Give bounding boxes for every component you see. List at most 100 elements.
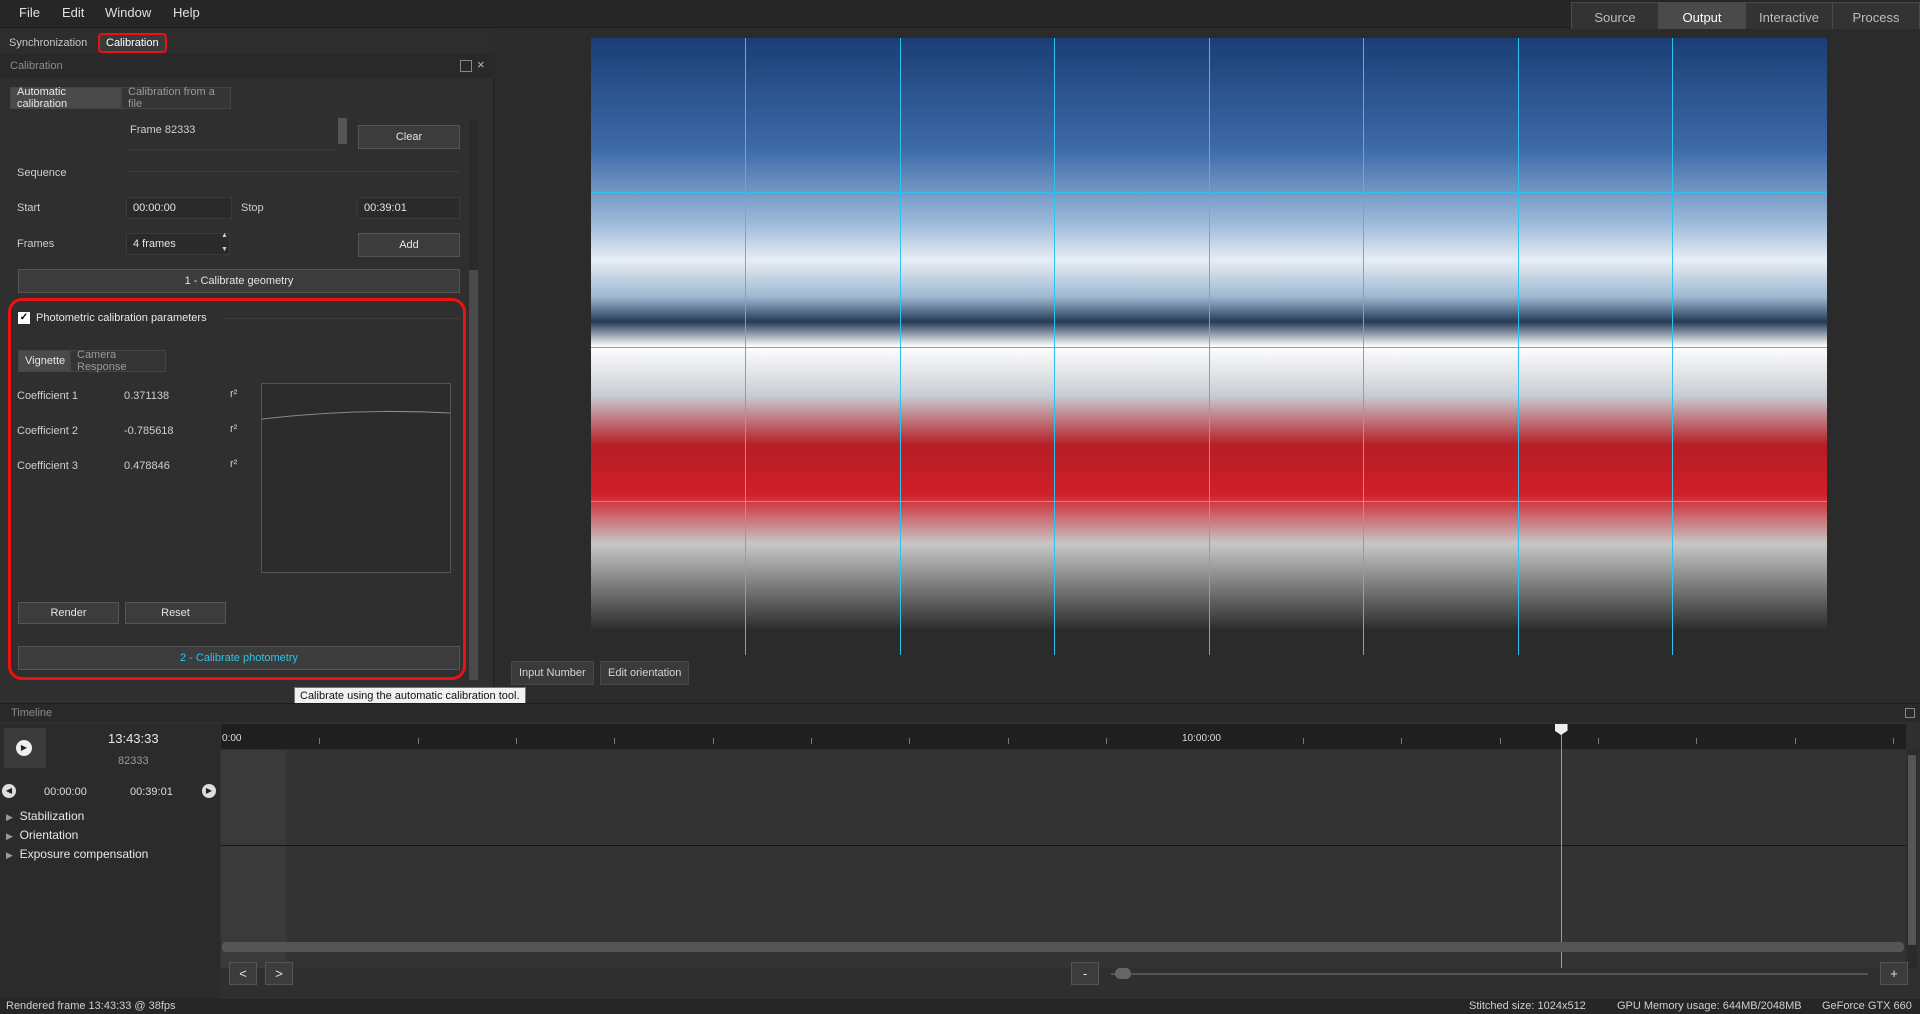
start-label: Start bbox=[17, 202, 41, 214]
timeline-vscroll[interactable] bbox=[1907, 750, 1917, 968]
timeline-hscroll[interactable] bbox=[222, 942, 1904, 952]
ruler-tick bbox=[1598, 738, 1599, 744]
timeline-tracks[interactable] bbox=[221, 750, 1906, 968]
ruler-tick bbox=[1008, 738, 1009, 744]
menu-window[interactable]: Window bbox=[105, 5, 151, 20]
timeline-ruler[interactable]: 0:00 10:00:00 bbox=[221, 724, 1906, 749]
frames-label: Frames bbox=[17, 238, 55, 250]
current-time: 13:43:33 bbox=[108, 731, 159, 746]
clear-button[interactable]: Clear bbox=[358, 125, 460, 149]
tab-calibration[interactable]: Calibration bbox=[98, 33, 167, 53]
current-frame: 82333 bbox=[118, 755, 149, 767]
panel-title: Calibration bbox=[0, 54, 494, 78]
stop-field[interactable]: 00:39:01 bbox=[357, 197, 460, 219]
playhead[interactable] bbox=[1554, 724, 1568, 968]
next-keyframe-button[interactable]: > bbox=[265, 962, 293, 985]
ruler-tick bbox=[1795, 738, 1796, 744]
ruler-tick bbox=[811, 738, 812, 744]
frames-stepper[interactable]: 4 frames bbox=[126, 233, 230, 255]
ruler-tick bbox=[319, 738, 320, 744]
grid-line bbox=[591, 192, 1827, 193]
status-bar: Rendered frame 13:43:33 @ 38fps Stitched… bbox=[0, 999, 1920, 1014]
frame-list[interactable]: Frame 82333 bbox=[126, 118, 347, 150]
range-end[interactable]: 00:39:01 bbox=[130, 786, 173, 798]
expand-icon[interactable]: ▶ bbox=[6, 812, 13, 822]
track-label: Exposure compensation bbox=[19, 847, 149, 861]
ruler-tick bbox=[1500, 738, 1501, 744]
tab-synchronization[interactable]: Synchronization bbox=[3, 33, 93, 53]
skip-back-icon[interactable]: ◀ bbox=[2, 784, 16, 798]
status-message: Rendered frame 13:43:33 @ 38fps bbox=[6, 1000, 176, 1012]
panel-scrollbar-thumb[interactable] bbox=[469, 270, 478, 680]
grid-line bbox=[591, 501, 1827, 502]
ruler-tick bbox=[713, 738, 714, 744]
track-label: Stabilization bbox=[19, 809, 85, 823]
ruler-tick bbox=[1696, 738, 1697, 744]
close-panel-icon[interactable]: × bbox=[477, 58, 489, 72]
float-panel-icon[interactable] bbox=[1905, 708, 1915, 718]
subtab-automatic[interactable]: Automatic calibration bbox=[10, 86, 121, 110]
ruler-tick bbox=[614, 738, 615, 744]
gpu-memory: GPU Memory usage: 644MB/2048MB bbox=[1617, 1000, 1802, 1012]
timeline-controls: ▶ 13:43:33 82333 ◀ 00:00:00 00:39:01 ▶ ▶… bbox=[0, 724, 220, 1000]
edit-orientation-button[interactable]: Edit orientation bbox=[600, 661, 690, 685]
frame-list-item[interactable]: Frame 82333 bbox=[130, 124, 195, 136]
panel-title-text: Calibration bbox=[10, 60, 63, 72]
play-button[interactable]: ▶ bbox=[4, 728, 46, 768]
zoom-slider[interactable] bbox=[1111, 968, 1868, 979]
tab-interactive[interactable]: Interactive bbox=[1745, 2, 1833, 32]
prev-keyframe-button[interactable]: < bbox=[229, 962, 257, 985]
ruler-start-label: 0:00 bbox=[222, 733, 242, 744]
add-button[interactable]: Add bbox=[358, 233, 460, 257]
panorama-preview[interactable] bbox=[591, 38, 1827, 655]
tab-output[interactable]: Output bbox=[1658, 2, 1746, 32]
zoom-slider-thumb[interactable] bbox=[1115, 968, 1131, 979]
float-panel-icon[interactable] bbox=[460, 60, 472, 72]
mode-tabs: Source Output Interactive Process bbox=[1571, 2, 1920, 32]
track-label: Orientation bbox=[19, 828, 79, 842]
menu-file[interactable]: File bbox=[19, 5, 40, 20]
ruler-tick bbox=[516, 738, 517, 744]
ruler-tick bbox=[1303, 738, 1304, 744]
sequence-label: Sequence bbox=[17, 167, 67, 179]
divider bbox=[126, 171, 460, 172]
calibrate-geometry-button[interactable]: 1 - Calibrate geometry bbox=[18, 269, 460, 293]
stepper-down-icon[interactable]: ▼ bbox=[221, 246, 228, 253]
range-start[interactable]: 00:00:00 bbox=[44, 786, 87, 798]
subtab-file[interactable]: Calibration from a file bbox=[121, 86, 231, 110]
track-stabilization[interactable]: ▶ Stabilization bbox=[6, 809, 84, 823]
zoom-out-button[interactable]: - bbox=[1071, 962, 1099, 985]
frames-value: 4 frames bbox=[133, 238, 176, 250]
track-orientation[interactable]: ▶ Orientation bbox=[6, 828, 78, 842]
stepper-up-icon[interactable]: ▲ bbox=[221, 232, 228, 239]
expand-icon[interactable]: ▶ bbox=[6, 850, 13, 860]
menu-bar: File Edit Window Help Source Output Inte… bbox=[0, 0, 1920, 32]
left-tab-bar: Synchronization Calibration bbox=[0, 29, 494, 54]
ruler-mid-label: 10:00:00 bbox=[1182, 733, 1221, 744]
stitched-size: Stitched size: 1024x512 bbox=[1469, 1000, 1586, 1012]
ruler-tick bbox=[1893, 738, 1894, 744]
track-header-area bbox=[221, 750, 286, 968]
timeline-titlebar: Timeline bbox=[0, 704, 1920, 722]
grid-line bbox=[591, 347, 1827, 348]
timeline-vscroll-thumb[interactable] bbox=[1908, 755, 1916, 945]
tab-process[interactable]: Process bbox=[1832, 2, 1920, 32]
tab-source[interactable]: Source bbox=[1571, 2, 1659, 32]
ruler-tick bbox=[418, 738, 419, 744]
expand-icon[interactable]: ▶ bbox=[6, 831, 13, 841]
panel-scrollbar[interactable] bbox=[469, 120, 478, 680]
menu-help[interactable]: Help bbox=[173, 5, 200, 20]
gpu-name: GeForce GTX 660 bbox=[1822, 1000, 1912, 1012]
skip-forward-icon[interactable]: ▶ bbox=[202, 784, 216, 798]
input-number-button[interactable]: Input Number bbox=[511, 661, 594, 685]
play-icon: ▶ bbox=[16, 740, 32, 756]
timeline-panel: Timeline ▶ 13:43:33 82333 ◀ 00:00:00 00:… bbox=[0, 703, 1920, 1000]
start-field[interactable]: 00:00:00 bbox=[126, 197, 232, 219]
menu-edit[interactable]: Edit bbox=[62, 5, 84, 20]
track-exposure-compensation[interactable]: ▶ Exposure compensation bbox=[6, 847, 148, 861]
ruler-tick bbox=[1106, 738, 1107, 744]
photometric-highlight bbox=[8, 298, 466, 680]
stop-label: Stop bbox=[241, 202, 264, 214]
frame-list-scrollbar[interactable] bbox=[338, 118, 347, 144]
zoom-in-button[interactable]: + bbox=[1880, 962, 1908, 985]
